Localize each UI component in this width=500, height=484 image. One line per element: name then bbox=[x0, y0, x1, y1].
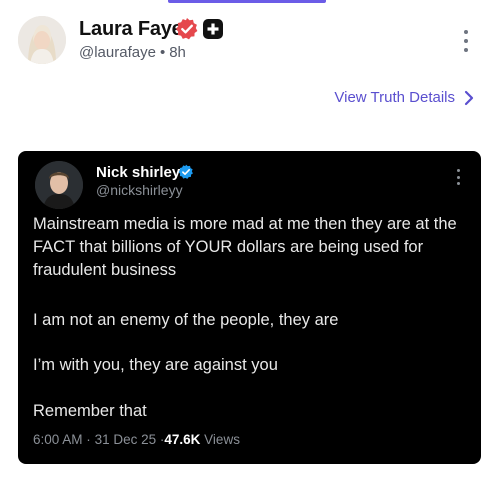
views-count: 47.6K bbox=[164, 432, 201, 447]
verified-badge-icon bbox=[176, 18, 198, 40]
embedded-paragraph: I am not an enemy of the people, they ar… bbox=[33, 311, 339, 329]
view-truth-details-link[interactable]: View Truth Details bbox=[334, 89, 474, 106]
embedded-date[interactable]: 31 Dec 25 bbox=[95, 432, 157, 447]
embedded-paragraph: I’m with you, they are against you bbox=[33, 356, 278, 374]
avatar[interactable] bbox=[18, 16, 66, 64]
embedded-author-name[interactable]: Nick shirley bbox=[96, 164, 180, 181]
author-meta: @laurafaye • 8h bbox=[79, 44, 186, 61]
embedded-author-handle[interactable]: @nickshirleyy bbox=[96, 182, 183, 198]
vertical-dots-icon bbox=[456, 169, 460, 172]
post-time: 8h bbox=[169, 44, 186, 61]
embedded-post-meta: 6:00 AM · 31 Dec 25 ·47.6K Views bbox=[33, 432, 240, 447]
meta-separator: · bbox=[86, 432, 91, 447]
embedded-post-card[interactable]: Nick shirley @nickshirleyy Mainstream me… bbox=[18, 151, 481, 464]
author-handle[interactable]: @laurafaye bbox=[79, 44, 156, 61]
embedded-paragraph: Mainstream media is more mad at me then … bbox=[33, 215, 457, 279]
vertical-dots-icon bbox=[464, 30, 468, 34]
blue-check-icon bbox=[178, 164, 193, 179]
embedded-time[interactable]: 6:00 AM bbox=[33, 432, 83, 447]
embedded-more-options-button[interactable] bbox=[451, 169, 465, 185]
view-details-label: View Truth Details bbox=[334, 89, 455, 106]
active-tab-indicator bbox=[168, 0, 326, 3]
author-display-name[interactable]: Laura Faye bbox=[79, 18, 183, 41]
meta-separator: • bbox=[159, 44, 166, 61]
chevron-right-icon bbox=[464, 90, 474, 105]
views-label: Views bbox=[204, 432, 240, 447]
more-options-button[interactable] bbox=[456, 30, 476, 52]
embedded-paragraph: Remember that bbox=[33, 402, 147, 420]
plus-badge-icon bbox=[203, 19, 223, 39]
embedded-avatar[interactable] bbox=[35, 161, 83, 209]
truth-post-view: Laura Faye @laurafaye • 8h View Truth Deta… bbox=[0, 0, 500, 484]
